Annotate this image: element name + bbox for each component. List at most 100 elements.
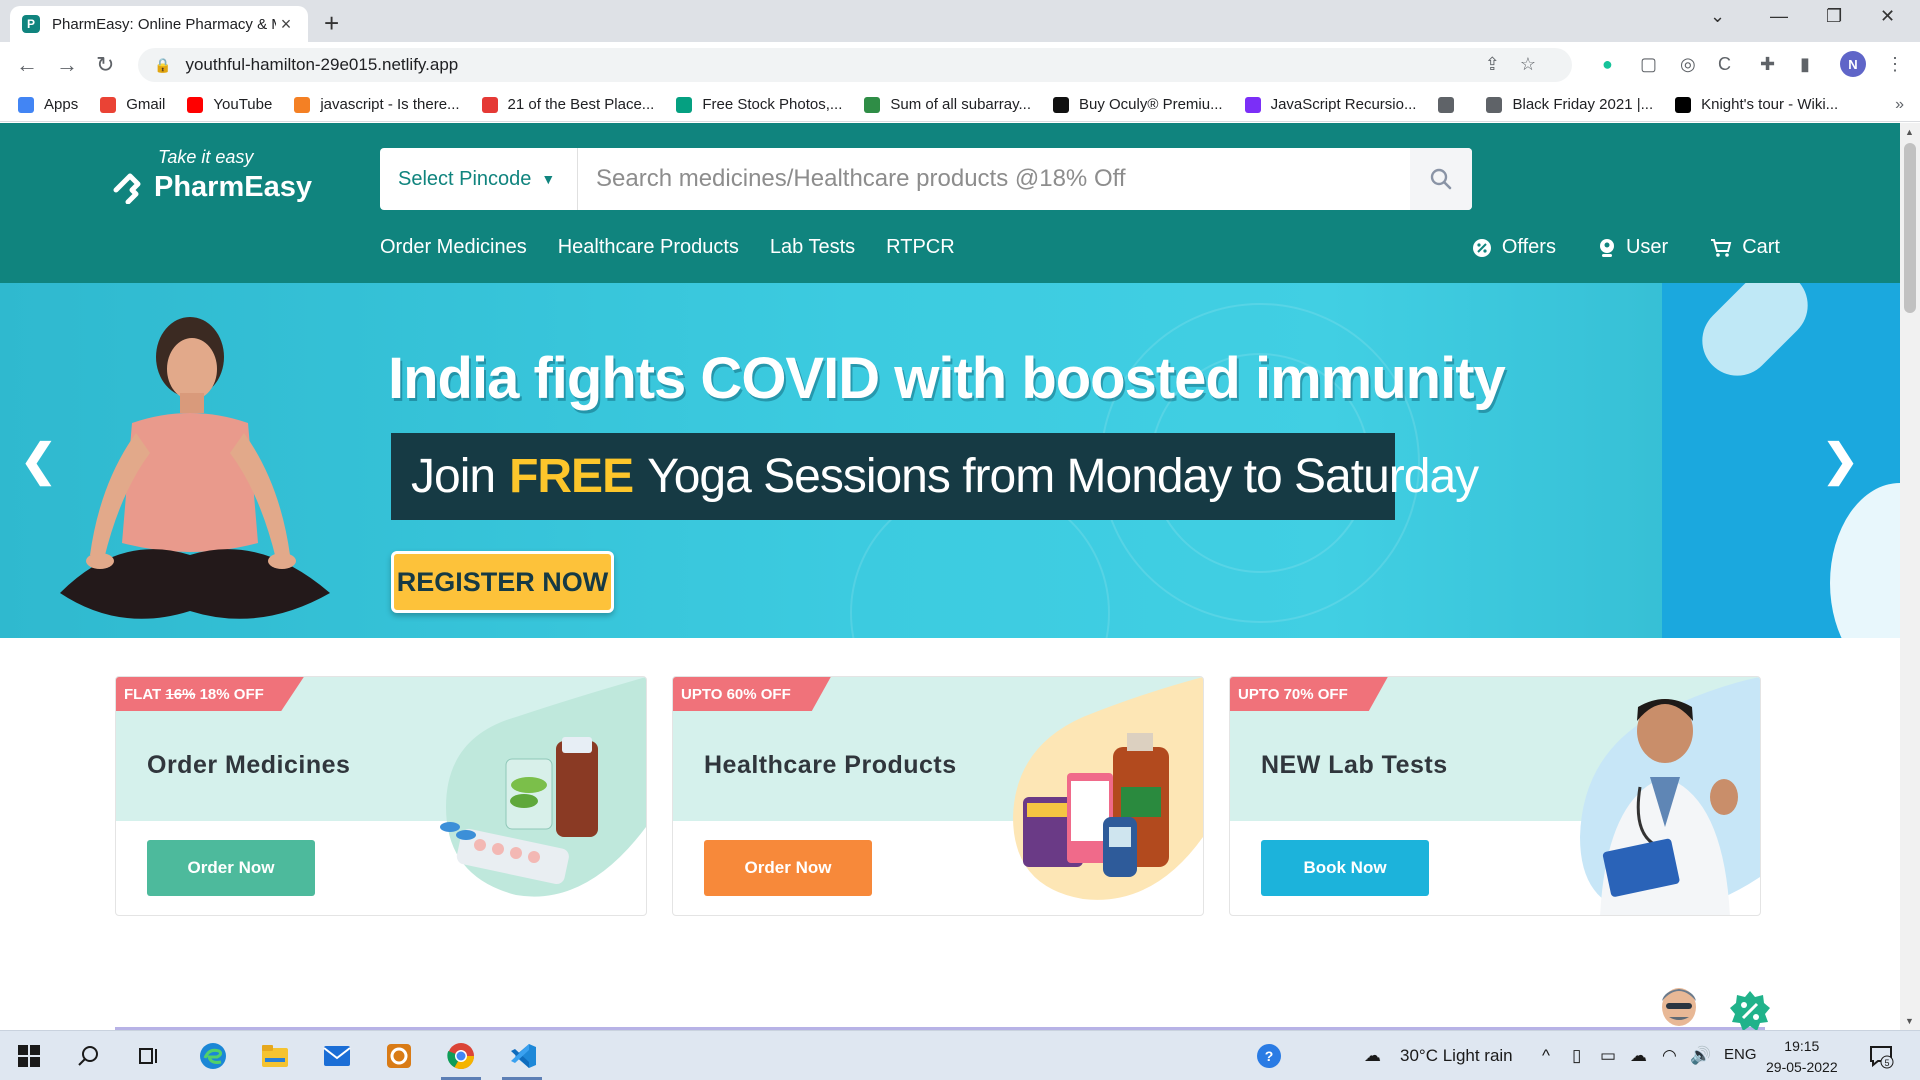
grammarly-icon[interactable]: ●	[1602, 54, 1613, 75]
scroll-down-icon[interactable]: ▼	[1905, 1016, 1914, 1026]
hero-banner[interactable]: India fights COVID with boosted immunity…	[0, 283, 1900, 638]
reload-icon[interactable]: ↻	[96, 52, 114, 78]
card-lab-tests[interactable]: UPTO 70% OFF NEW Lab Tests Book Now	[1229, 676, 1761, 916]
book-now-button[interactable]: Book Now	[1261, 840, 1429, 896]
share-star-icons[interactable]: ⇪☆	[1485, 54, 1556, 75]
browser-tab[interactable]: P PharmEasy: Online Pharmacy & M ×	[10, 6, 308, 42]
bookmark-item[interactable]: Free Stock Photos,...	[676, 96, 842, 113]
clock[interactable]: 19:15 29-05-2022	[1766, 1036, 1838, 1078]
mail-icon[interactable]	[322, 1041, 352, 1071]
minimize-button[interactable]: —	[1770, 6, 1788, 27]
onedrive-icon[interactable]: ☁	[1630, 1046, 1647, 1066]
notification-center-icon[interactable]: 5	[1866, 1041, 1896, 1071]
bookmark-label: Knight's tour - Wiki...	[1701, 96, 1839, 113]
bookmark-item[interactable]: javascript - Is there...	[294, 96, 460, 113]
bookmark-item[interactable]: Sum of all subarray...	[864, 96, 1031, 113]
puzzle-icon[interactable]: ✚	[1760, 54, 1775, 75]
lock-icon[interactable]: 🔒	[154, 57, 171, 74]
offer-badge-floating-icon[interactable]	[1728, 989, 1772, 1030]
search-button[interactable]	[1410, 148, 1472, 210]
nav-rtpcr[interactable]: RTPCR	[886, 236, 955, 259]
search-icon	[1430, 168, 1452, 190]
pincode-label: Select Pincode	[398, 167, 532, 190]
carousel-prev-icon[interactable]: ❮	[20, 435, 57, 486]
new-tab-button[interactable]: +	[324, 8, 339, 39]
office-app-icon[interactable]	[384, 1041, 414, 1071]
extension-icon[interactable]: ◎	[1680, 54, 1696, 75]
carousel-next-icon[interactable]: ❯	[1822, 435, 1859, 486]
geeksforgeeks-icon	[864, 96, 881, 113]
search-input[interactable]	[578, 148, 1410, 210]
header-actions: Offers User Cart	[1430, 236, 1780, 259]
battery-icon[interactable]: ▭	[1600, 1046, 1616, 1066]
close-window-button[interactable]: ✕	[1880, 6, 1895, 27]
chat-mascot-icon[interactable]	[1654, 981, 1704, 1030]
bookmark-item[interactable]: Buy Oculy® Premiu...	[1053, 96, 1223, 113]
bookmark-item[interactable]: 21 of the Best Place...	[481, 96, 654, 113]
sidepanel-icon[interactable]: ▮	[1800, 54, 1810, 75]
bookmark-item[interactable]: Black Friday 2021 |...	[1486, 96, 1653, 113]
pharmeasy-favicon-icon: P	[22, 15, 40, 33]
bookmark-item[interactable]	[1438, 96, 1464, 113]
restore-button[interactable]: ❐	[1826, 6, 1842, 27]
pincode-selector[interactable]: Select Pincode ▼	[380, 148, 578, 210]
scroll-thumb[interactable]	[1904, 143, 1916, 313]
user-link[interactable]: User	[1598, 236, 1668, 259]
search-bar: Select Pincode ▼	[380, 148, 1472, 210]
back-icon[interactable]: ←	[16, 52, 38, 78]
cart-link[interactable]: Cart	[1710, 236, 1780, 259]
edge-icon[interactable]	[198, 1041, 228, 1071]
order-now-button[interactable]: Order Now	[704, 840, 872, 896]
page-scrollbar[interactable]: ▲ ▼	[1900, 123, 1920, 1030]
globe-icon	[1486, 96, 1503, 113]
weather-cloud-icon[interactable]: ☁	[1364, 1046, 1381, 1066]
volume-icon[interactable]: 🔊	[1690, 1046, 1711, 1066]
tray-chevron-icon[interactable]: ^	[1542, 1046, 1550, 1066]
tab-search-icon[interactable]: ⌄	[1710, 6, 1725, 27]
windows-start-icon[interactable]	[14, 1041, 44, 1071]
card-order-medicines[interactable]: FLAT 16% 18% OFF Order Medicines Order N…	[115, 676, 647, 916]
nav-lab-tests[interactable]: Lab Tests	[770, 236, 855, 259]
bookmark-item[interactable]: Knight's tour - Wiki...	[1675, 96, 1838, 113]
offers-label: Offers	[1501, 236, 1556, 258]
order-now-button[interactable]: Order Now	[147, 840, 315, 896]
pexels-icon	[676, 96, 693, 113]
url-text[interactable]: youthful-hamilton-29e015.netlify.app	[185, 55, 458, 75]
pharmeasy-logo[interactable]: Take it easy PharmEasy	[112, 147, 312, 204]
bookmark-item[interactable]: Apps	[18, 96, 78, 113]
bookmark-item[interactable]: JavaScript Recursio...	[1244, 96, 1416, 113]
wifi-icon[interactable]: ◠	[1662, 1046, 1677, 1066]
scroll-up-icon[interactable]: ▲	[1905, 127, 1914, 137]
sub-prefix: Join	[411, 450, 496, 503]
banner-headline: India fights COVID with boosted immunity	[388, 346, 1506, 411]
language-indicator[interactable]: ENG	[1724, 1046, 1757, 1063]
chrome-icon[interactable]	[446, 1041, 476, 1071]
weather-text[interactable]: 30°C Light rain	[1400, 1046, 1513, 1066]
tray-device-icon[interactable]: ▯	[1572, 1046, 1581, 1066]
register-now-button[interactable]: REGISTER NOW	[391, 551, 614, 613]
task-view-icon[interactable]	[134, 1041, 164, 1071]
svg-text:?: ?	[1265, 1048, 1274, 1064]
bookmark-item[interactable]: YouTube	[187, 96, 272, 113]
browser-tabbar: P PharmEasy: Online Pharmacy & M × + ⌄ —…	[0, 0, 1920, 42]
more-bookmarks-icon[interactable]: »	[1895, 96, 1904, 114]
nav-healthcare-products[interactable]: Healthcare Products	[558, 236, 739, 259]
help-icon[interactable]: ?	[1254, 1041, 1284, 1071]
profile-avatar[interactable]: N	[1840, 51, 1866, 77]
extension-icon[interactable]: ▢	[1640, 54, 1657, 75]
menu-dots-icon[interactable]: ⋮	[1886, 54, 1904, 75]
forward-icon[interactable]: →	[56, 52, 78, 78]
card-healthcare-products[interactable]: UPTO 60% OFF Healthcare Products Order N…	[672, 676, 1204, 916]
offers-link[interactable]: Offers	[1472, 236, 1556, 259]
omnibox[interactable]: 🔒 youthful-hamilton-29e015.netlify.app ⇪…	[138, 48, 1572, 82]
user-label: User	[1625, 236, 1669, 258]
file-explorer-icon[interactable]	[260, 1041, 290, 1071]
search-taskbar-icon[interactable]	[74, 1041, 104, 1071]
close-tab-icon[interactable]: ×	[276, 14, 296, 35]
bookmark-item[interactable]: Gmail	[100, 96, 165, 113]
cart-label: Cart	[1742, 236, 1780, 258]
nav-order-medicines[interactable]: Order Medicines	[380, 236, 527, 259]
bookmark-label: Free Stock Photos,...	[702, 96, 843, 113]
extension-icon[interactable]: C	[1718, 54, 1731, 75]
vscode-icon[interactable]	[508, 1041, 538, 1071]
